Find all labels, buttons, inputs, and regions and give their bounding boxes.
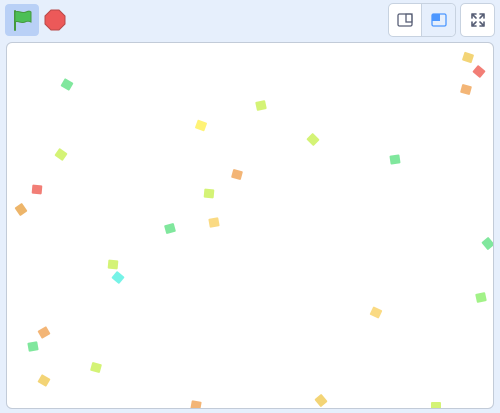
- confetti-sprite: [255, 100, 267, 111]
- green-flag-icon: [14, 10, 32, 31]
- confetti-sprite: [369, 306, 383, 319]
- confetti-sprite: [314, 393, 328, 408]
- confetti-sprite: [461, 51, 475, 64]
- confetti-sprite: [111, 270, 125, 285]
- confetti-sprite: [190, 400, 202, 408]
- confetti-sprite: [460, 83, 472, 96]
- confetti-sprite: [208, 217, 220, 228]
- confetti-sprite: [481, 236, 493, 251]
- confetti-sprite: [389, 154, 401, 165]
- confetti-sprite: [107, 259, 119, 270]
- confetti-sprite: [37, 374, 51, 387]
- confetti-sprite: [472, 64, 486, 79]
- stage-canvas[interactable]: [6, 42, 494, 409]
- fullscreen-icon: [470, 13, 485, 27]
- confetti-sprite: [431, 402, 441, 408]
- stop-sign-icon: [44, 9, 66, 31]
- confetti-sprite: [37, 326, 51, 339]
- stop-button[interactable]: [40, 4, 70, 36]
- confetti-sprite: [90, 361, 102, 374]
- confetti-sprite: [231, 168, 243, 181]
- confetti-sprite: [475, 292, 487, 303]
- confetti-sprite: [27, 341, 39, 352]
- large-stage-button[interactable]: [422, 4, 455, 36]
- confetti-sprite: [203, 188, 215, 199]
- small-stage-icon: [397, 13, 413, 27]
- confetti-sprite: [60, 78, 74, 91]
- small-stage-button[interactable]: [389, 4, 422, 36]
- confetti-sprite: [31, 184, 43, 195]
- confetti-sprite: [194, 119, 208, 132]
- confetti-sprite: [54, 147, 68, 162]
- confetti-sprite: [14, 202, 28, 217]
- stage-controls: [0, 0, 500, 42]
- green-flag-button[interactable]: [5, 4, 39, 36]
- fullscreen-button[interactable]: [460, 3, 495, 37]
- large-stage-icon: [430, 13, 447, 27]
- stage-size-toggle: [388, 3, 456, 37]
- confetti-sprite: [164, 222, 176, 235]
- confetti-sprite: [306, 132, 320, 147]
